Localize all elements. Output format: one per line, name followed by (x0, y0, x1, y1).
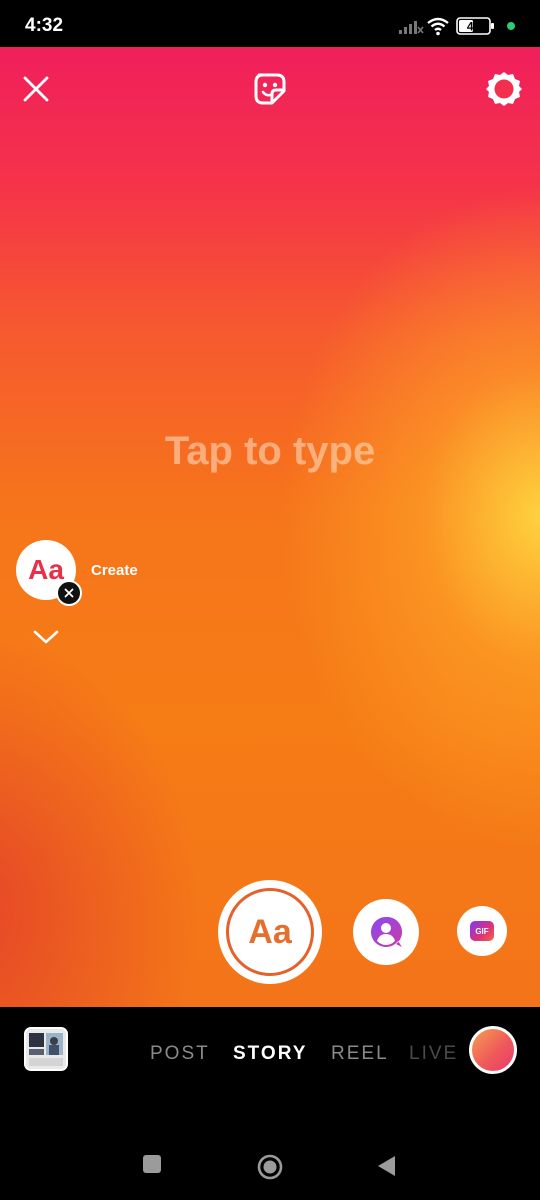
chevron-down-icon (33, 630, 59, 644)
back-button[interactable] (376, 1155, 396, 1177)
tap-to-type-prompt[interactable]: Tap to type (0, 429, 540, 474)
tab-reel[interactable]: REEL (331, 1043, 389, 1065)
tab-story[interactable]: STORY (233, 1043, 307, 1065)
battery-icon: 46 (456, 17, 494, 35)
mention-icon (371, 916, 403, 947)
gallery-thumbnail[interactable] (24, 1027, 68, 1071)
gif-mode-button[interactable]: GIF (457, 906, 507, 956)
text-mode-label: Aa (226, 888, 314, 976)
capture-button[interactable] (469, 1026, 517, 1074)
settings-icon (486, 72, 522, 106)
signal-icon (399, 21, 424, 34)
sticker-button[interactable] (248, 67, 292, 111)
remove-effect-button[interactable] (56, 580, 82, 606)
close-icon (23, 76, 49, 102)
gallery-preview-image (26, 1029, 66, 1069)
battery-level: 46 (467, 20, 481, 34)
gif-label: GIF (470, 921, 494, 941)
tab-post[interactable]: POST (150, 1043, 210, 1065)
wifi-icon (427, 17, 449, 36)
recents-button[interactable] (143, 1155, 161, 1173)
system-nav-bar (0, 1127, 540, 1200)
close-icon (64, 588, 74, 598)
status-dot (507, 22, 515, 30)
back-icon (378, 1156, 395, 1176)
sticker-icon (254, 73, 286, 105)
story-canvas[interactable]: Tap to type Aa Create Aa GIF (0, 47, 540, 1007)
home-icon (257, 1154, 283, 1180)
mention-mode-button[interactable] (353, 899, 419, 965)
status-time: 4:32 (25, 15, 64, 36)
home-button[interactable] (257, 1154, 283, 1180)
tab-live[interactable]: LIVE (409, 1043, 457, 1065)
expand-effects-button[interactable] (30, 625, 62, 649)
bottom-bar: POST STORY REEL LIVE (0, 1007, 540, 1127)
status-bar: 4:32 46 (0, 0, 540, 47)
text-mode-button[interactable]: Aa (218, 880, 322, 984)
close-button[interactable] (14, 67, 58, 111)
create-effect-label[interactable]: Create (91, 562, 138, 579)
settings-button[interactable] (482, 67, 526, 111)
